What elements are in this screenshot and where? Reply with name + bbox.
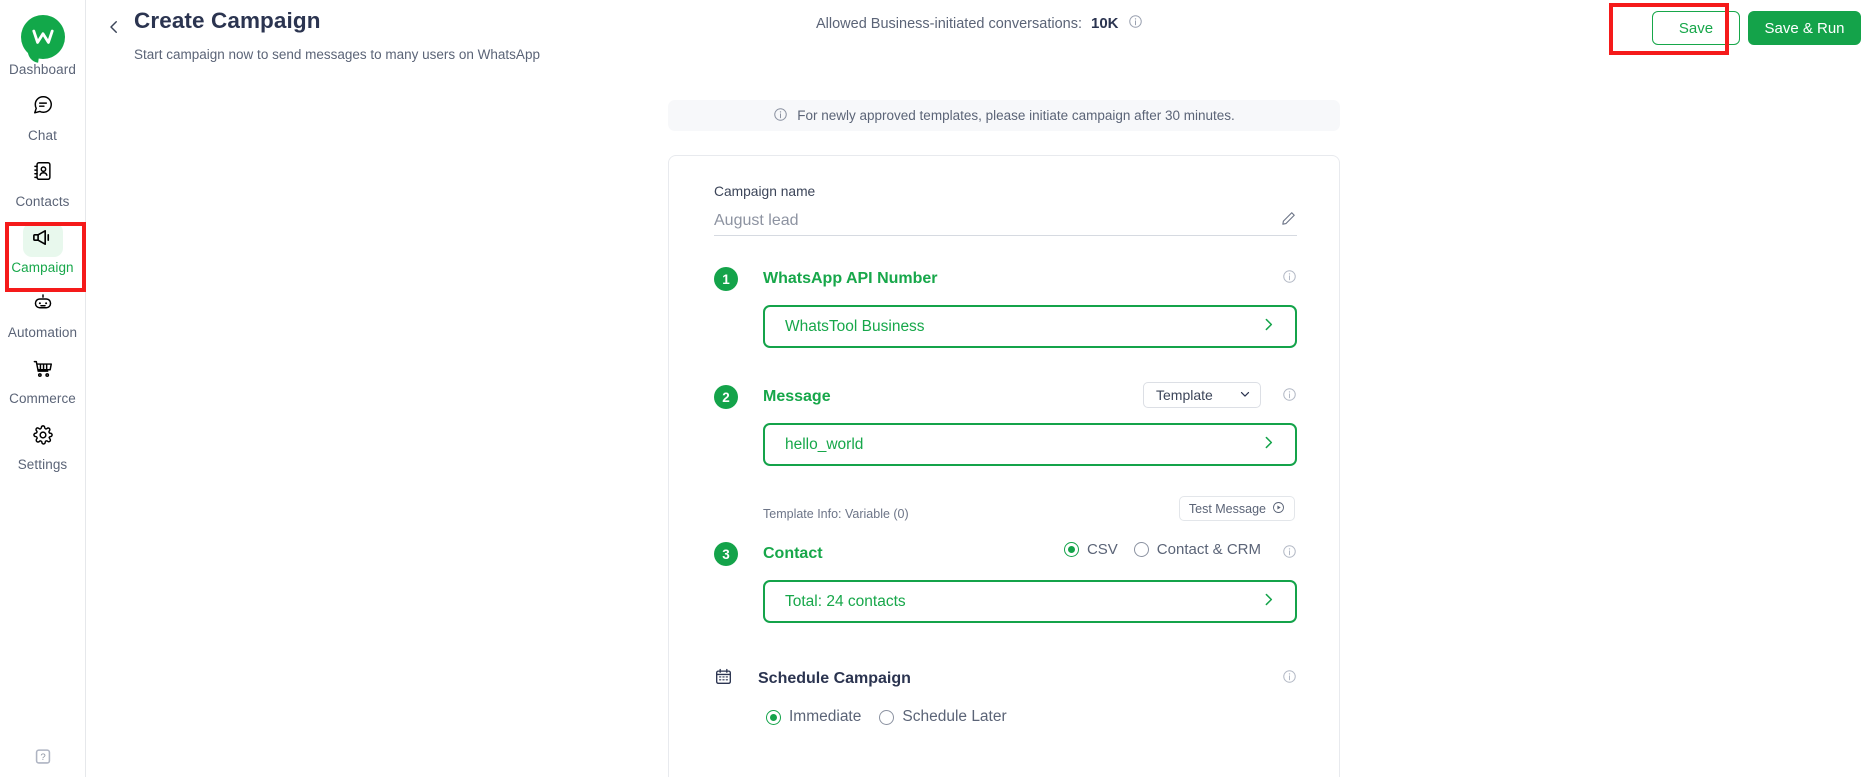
whatsapp-number-value: WhatsTool Business — [785, 317, 925, 335]
sidebar-item-contacts[interactable]: Contacts — [0, 150, 86, 216]
radio-contact-crm[interactable]: Contact & CRM — [1133, 541, 1261, 558]
allowed-conversations: Allowed Business-initiated conversations… — [816, 14, 1143, 33]
allowed-conversations-label: Allowed Business-initiated conversations… — [816, 15, 1082, 32]
sidebar-item-label: Automation — [7, 325, 78, 341]
campaign-name-field[interactable]: August lead — [714, 206, 1297, 236]
radio-indicator — [1133, 542, 1149, 557]
step-number: 2 — [714, 385, 738, 409]
info-circle-icon[interactable] — [1282, 387, 1297, 407]
radio-label: Schedule Later — [902, 708, 1007, 725]
radio-indicator — [766, 709, 781, 725]
info-circle-icon[interactable] — [1282, 669, 1297, 689]
whatsapp-number-selector[interactable]: WhatsTool Business — [763, 305, 1297, 348]
megaphone-icon — [31, 226, 54, 254]
page-header: Create Campaign Start campaign now to se… — [86, 0, 1875, 64]
radio-label: Immediate — [789, 708, 862, 725]
page-title: Create Campaign — [134, 8, 321, 33]
sidebar-item-label: Settings — [17, 457, 68, 473]
campaign-form-card: Campaign name August lead 1 WhatsApp API… — [668, 155, 1340, 777]
create-campaign-page: Dashboard Chat Contacts Campaign Automat… — [0, 0, 1875, 777]
template-info-text: Template Info: Variable (0) — [763, 507, 909, 521]
info-circle-icon[interactable] — [1282, 269, 1297, 289]
template-selector[interactable]: hello_world — [763, 423, 1297, 466]
step-whatsapp-api-number: 1 WhatsApp API Number WhatsTool Business — [714, 266, 1297, 348]
notice-banner: For newly approved templates, please ini… — [668, 100, 1340, 131]
contacts-book-icon — [32, 160, 54, 187]
chevron-right-icon — [1260, 591, 1277, 613]
template-value: hello_world — [785, 435, 864, 453]
radio-csv[interactable]: CSV — [1063, 541, 1118, 558]
radio-label: CSV — [1086, 541, 1118, 558]
contacts-selector[interactable]: Total: 24 contacts — [763, 580, 1297, 623]
schedule-radio-group: Immediate Schedule Later — [766, 708, 1297, 726]
sidebar-item-commerce[interactable]: Commerce — [0, 347, 86, 413]
sidebar-item-label: Commerce — [9, 391, 76, 407]
step-title: Contact — [763, 545, 823, 562]
whatstool-logo-icon — [20, 15, 65, 59]
play-circle-icon — [1272, 501, 1285, 517]
help-question-icon[interactable]: ? — [32, 746, 54, 773]
sidebar-item-dashboard[interactable]: Dashboard — [0, 8, 86, 84]
test-message-button[interactable]: Test Message — [1178, 496, 1295, 521]
notice-text: For newly approved templates, please ini… — [797, 108, 1235, 123]
info-circle-icon[interactable] — [1128, 14, 1143, 33]
info-circle-icon[interactable] — [1282, 544, 1297, 564]
sidebar-item-label: Campaign — [11, 259, 74, 275]
allowed-conversations-value: 10K — [1090, 15, 1119, 32]
calendar-icon — [714, 667, 733, 691]
svg-text:?: ? — [40, 752, 45, 763]
save-button[interactable]: Save — [1652, 11, 1740, 45]
campaign-name-value: August lead — [714, 211, 799, 229]
chat-bubble-icon — [32, 94, 54, 121]
radio-schedule-later[interactable]: Schedule Later — [879, 708, 1007, 726]
schedule-campaign-section: Schedule Campaign Immediate Schedule Lat… — [714, 666, 1297, 726]
pencil-icon[interactable] — [1280, 210, 1297, 232]
message-type-value: Template — [1156, 387, 1213, 403]
contact-source-radio-group: CSV Contact & CRM — [1063, 541, 1261, 558]
step-number: 1 — [714, 267, 738, 291]
gear-icon — [32, 424, 54, 451]
step-title: WhatsApp API Number — [763, 270, 938, 287]
sidebar-item-automation[interactable]: Automation — [0, 281, 86, 347]
step-number: 3 — [714, 542, 738, 566]
page-subtitle: Start campaign now to send messages to m… — [134, 47, 540, 62]
radio-indicator — [1063, 542, 1079, 557]
sidebar: Dashboard Chat Contacts Campaign Automat… — [0, 0, 86, 777]
chevron-left-icon[interactable] — [105, 18, 123, 36]
sidebar-item-settings[interactable]: Settings — [0, 413, 86, 479]
schedule-title: Schedule Campaign — [758, 670, 911, 687]
message-type-dropdown[interactable]: Template — [1143, 382, 1261, 408]
radio-indicator — [879, 709, 895, 725]
sidebar-item-campaign[interactable]: Campaign — [0, 216, 86, 282]
sidebar-item-label: Chat — [28, 127, 57, 143]
campaign-name-label: Campaign name — [714, 184, 816, 199]
save-and-run-button[interactable]: Save & Run — [1748, 11, 1861, 45]
contacts-total-value: Total: 24 contacts — [785, 592, 906, 610]
step-message: 2 Message Template hello_world Template … — [714, 382, 1297, 521]
sidebar-item-chat[interactable]: Chat — [0, 84, 86, 150]
step-contact: 3 Contact CSV Contact & CRM Total: 24 co… — [714, 541, 1297, 623]
robot-icon — [32, 292, 54, 319]
info-circle-icon — [773, 107, 788, 125]
radio-immediate[interactable]: Immediate — [766, 708, 861, 726]
chevron-down-icon — [1238, 387, 1252, 404]
sidebar-item-label: Dashboard — [9, 62, 76, 77]
chevron-right-icon — [1260, 316, 1277, 338]
test-message-label: Test Message — [1188, 501, 1266, 516]
chevron-right-icon — [1260, 434, 1277, 456]
sidebar-item-label: Contacts — [15, 193, 70, 209]
step-title: Message — [763, 388, 831, 405]
radio-label: Contact & CRM — [1156, 541, 1261, 558]
shopping-cart-icon — [32, 358, 54, 385]
